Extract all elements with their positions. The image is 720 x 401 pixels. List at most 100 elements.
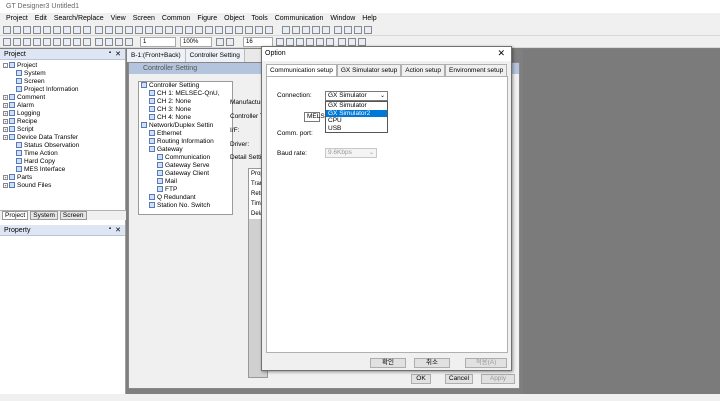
apply-button[interactable]: Apply [481,374,515,384]
connection-option[interactable]: USB [326,125,387,133]
connection-select[interactable]: GX Simulator ⌄ [325,91,388,101]
toolbar-button-icon[interactable] [185,26,193,34]
toolbar-button-icon[interactable] [226,38,234,46]
project-tree-item[interactable]: + Recipe [3,118,125,126]
tab-environment-setup[interactable]: Environment setup [445,64,508,76]
toolbar-button-icon[interactable] [195,26,203,34]
controller-tree-item[interactable]: Mail [139,178,232,186]
controller-tree-item[interactable]: Network/Duplex Settin [139,122,232,130]
toolbar-button-icon[interactable] [33,38,41,46]
menu-project[interactable]: Project [6,15,28,22]
toolbar-button-icon[interactable] [43,26,51,34]
toolbar-button-icon[interactable] [348,38,356,46]
project-tree-item[interactable]: + Sound Files [3,182,125,190]
toolbar-button-icon[interactable] [105,38,113,46]
apply-button[interactable]: 적용(A) [465,358,507,368]
project-tree-item[interactable]: - Project [3,62,125,70]
project-tree-item[interactable]: + Device Data Transfer [3,134,125,142]
toolbar-button-icon[interactable] [63,26,71,34]
toolbar-button-icon[interactable] [286,38,294,46]
toolbar-button-icon[interactable] [73,26,81,34]
controller-tree-item[interactable]: CH 1: MELSEC-QnU, [139,90,232,98]
toolbar-button-icon[interactable] [205,26,213,34]
toolbar-button-icon[interactable] [338,38,346,46]
toolbar-button-icon[interactable] [282,26,290,34]
toolbar-button-icon[interactable] [354,26,362,34]
menu-screen[interactable]: Screen [133,15,155,22]
toolbar-button-icon[interactable] [276,38,284,46]
toolbar-button-icon[interactable] [13,26,21,34]
project-tree-item[interactable]: + Script [3,126,125,134]
connection-option[interactable]: CPU [326,117,387,125]
controller-tree-item[interactable]: CH 4: None [139,114,232,122]
toolbar-button-icon[interactable] [83,38,91,46]
toolbar-button-icon[interactable] [255,26,263,34]
toolbar-button-icon[interactable] [235,26,243,34]
project-tree-item[interactable]: + Parts [3,174,125,182]
toolbar-button-icon[interactable] [135,26,143,34]
project-tree-item[interactable]: Project Information [3,86,125,94]
project-tree-item[interactable]: + Logging [3,110,125,118]
tab-gx-simulator-setup[interactable]: GX Simulator setup [336,64,402,76]
controller-tree-item[interactable]: Station No. Switch [139,202,232,210]
toolbar-button-icon[interactable] [115,38,123,46]
toolbar-button-icon[interactable] [95,26,103,34]
pane-tab-screen[interactable]: Screen [59,211,87,220]
document-tab[interactable]: B-1:(Front+Back) [127,49,186,62]
toolbar-button-icon[interactable] [125,38,133,46]
toolbar-button-icon[interactable] [73,38,81,46]
toolbar-button-icon[interactable] [358,38,366,46]
expand-icon[interactable]: + [3,94,8,100]
project-tree-item[interactable]: Status Observation [3,142,125,150]
menu-communication[interactable]: Communication [275,15,324,22]
toolbar-button-icon[interactable] [23,26,31,34]
expand-icon[interactable]: + [3,182,8,188]
controller-tree-item[interactable]: Communication [139,154,232,162]
menu-window[interactable]: Window [330,15,355,22]
toolbar-button-icon[interactable] [95,38,103,46]
controller-tree-item[interactable]: FTP [139,186,232,194]
expand-icon[interactable]: + [3,118,8,124]
expand-icon[interactable]: + [3,126,8,132]
tab-action-setup[interactable]: Action setup [401,64,446,76]
toolbar-button-icon[interactable] [245,26,253,34]
menu-view[interactable]: View [111,15,126,22]
project-tree-item[interactable]: MES Interface [3,166,125,174]
project-tree-item[interactable]: Screen [3,78,125,86]
menu-help[interactable]: Help [362,15,376,22]
controller-tree-item[interactable]: Gateway Client [139,170,232,178]
expand-icon[interactable]: + [3,102,8,108]
toolbar-button-icon[interactable] [145,26,153,34]
toolbar-button-icon[interactable] [83,26,91,34]
controller-tree-item[interactable]: Ethernet [139,130,232,138]
pane-tab-system[interactable]: System [30,211,58,220]
controller-tree-item[interactable]: Gateway Serve [139,162,232,170]
toolbar-button-icon[interactable] [115,26,123,34]
toolbar-button-icon[interactable] [33,26,41,34]
expand-icon[interactable]: + [3,110,8,116]
collapse-icon[interactable]: - [3,62,8,68]
toolbar-button-icon[interactable] [155,26,163,34]
toolbar-button-icon[interactable] [105,26,113,34]
toolbar-button-icon[interactable] [322,26,330,34]
menu-figure[interactable]: Figure [197,15,217,22]
close-icon[interactable]: ✕ [115,50,121,58]
toolbar-button-icon[interactable] [292,26,300,34]
toolbar-button-icon[interactable] [344,26,352,34]
pin-icon[interactable]: ▪ [109,50,111,56]
controller-tree-item[interactable]: Routing Information [139,138,232,146]
toolbar-button-icon[interactable] [216,38,224,46]
project-tree-item[interactable]: + Comment [3,94,125,102]
toolbar-button-icon[interactable] [225,26,233,34]
toolbar-button-icon[interactable] [53,38,61,46]
menu-object[interactable]: Object [224,15,244,22]
toolbar-button-icon[interactable] [312,26,320,34]
close-icon[interactable]: ✕ [115,226,121,234]
toolbar-button-icon[interactable] [302,26,310,34]
toolbar-button-icon[interactable] [215,26,223,34]
project-tree-item[interactable]: + Alarm [3,102,125,110]
cancel-button[interactable]: 취소 [414,358,450,368]
project-tree-item[interactable]: Time Action [3,150,125,158]
toolbar-button-icon[interactable] [306,38,314,46]
toolbar-button-icon[interactable] [125,26,133,34]
